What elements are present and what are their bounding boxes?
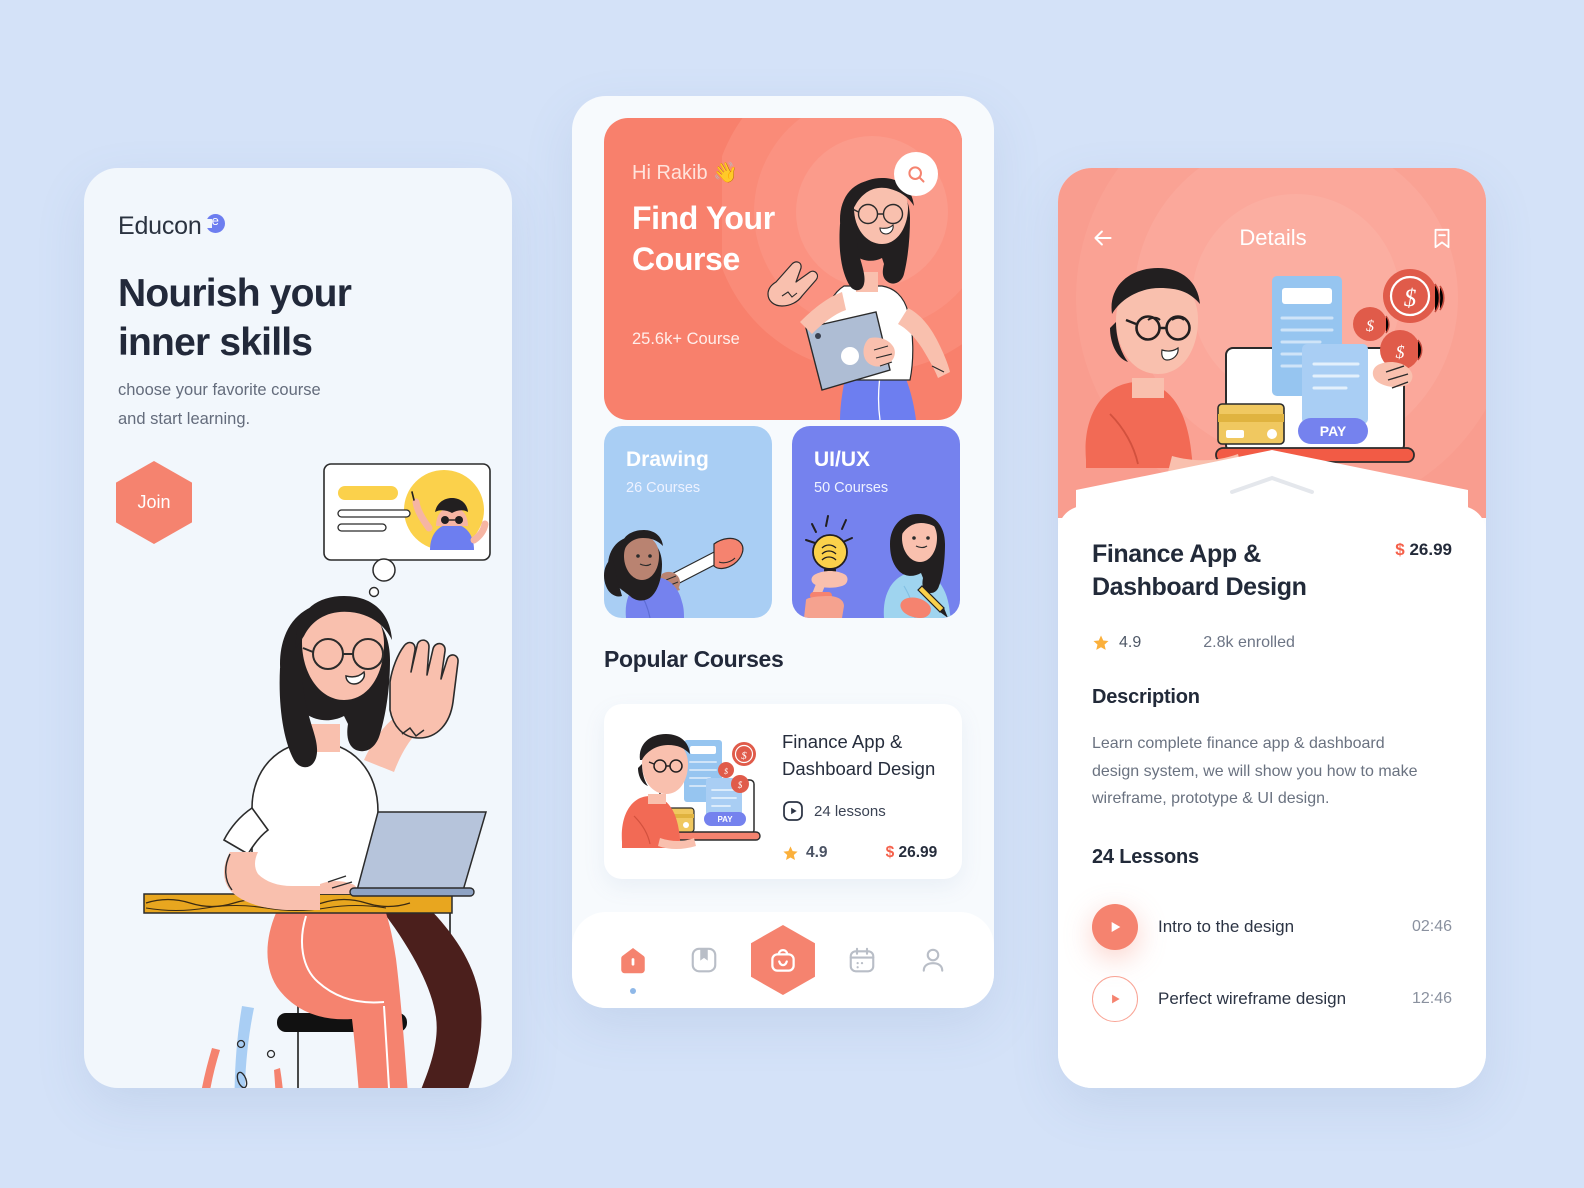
play-button[interactable] [1092,976,1138,1022]
tab-home[interactable] [610,937,656,994]
calendar-icon [850,947,875,973]
star-icon [1093,635,1109,650]
svg-text:$: $ [1366,318,1374,335]
svg-text:PAY: PAY [717,815,733,824]
category-course-count: 50 Courses [814,480,889,496]
course-price: $ 26.99 [886,844,938,862]
svg-text:PAY: PAY [1320,423,1347,439]
tab-calendar[interactable] [839,937,885,983]
waving-hand-icon: 👋 [713,162,739,184]
home-icon [621,948,645,974]
play-icon [1111,922,1121,932]
hero-card: Hi Rakib 👋 Find Your Course 25.6k+ Cours… [604,118,962,420]
play-icon [1112,994,1120,1004]
course-lessons-label: 24 lessons [814,802,886,820]
finance-payment-illustration: PAY $ $ $ [1076,268,1468,518]
description-text: Learn complete finance app & dashboard d… [1092,735,1418,808]
play-button[interactable] [1092,904,1138,950]
greeting-text: Hi Rakib [632,162,708,184]
tab-profile[interactable] [910,937,956,983]
svg-text:$: $ [741,750,747,762]
search-icon [907,165,925,183]
description-heading: Description [1092,686,1200,708]
details-sheet: Finance App & Dashboard Design $ 26.99 4… [1058,506,1486,1088]
category-title: Drawing [626,448,709,471]
category-card-uiux[interactable]: UI/UX 50 Courses [792,426,960,618]
course-title: Finance App & Dashboard Design [782,728,935,783]
woman-at-desk-with-laptop-illustration [143,463,491,1088]
phone-screen-details: PAY $ $ $ Details Finance App & Dashboar… [1058,168,1486,1088]
bookmark-icon [691,947,716,973]
lessons-heading: 24 Lessons [1092,846,1199,868]
popular-courses-heading: Popular Courses [604,646,784,672]
tab-bookmark[interactable] [681,937,727,983]
finance-app-illustration: PAY $ $ $ [621,734,761,849]
course-rating-value: 4.9 [1119,634,1142,651]
svg-text:$: $ [1396,342,1405,362]
phone-screen-onboarding: Educon Nourish your inner skills choose … [84,168,512,1088]
play-square-icon [783,801,803,821]
tab-shopping-bag[interactable] [750,925,815,995]
svg-text:$: $ [724,767,728,776]
hero-title-line-2: Course [632,240,740,277]
course-rating: 4.9 [1092,634,1141,652]
details-hero: PAY $ $ $ Details [1058,168,1486,518]
active-tab-indicator [630,988,637,994]
greeting: Hi Rakib 👋 [632,160,738,185]
svg-text:$: $ [1404,285,1417,312]
course-title-line-1: Finance App & [782,731,903,752]
enrolled-count: 2.8k enrolled [1203,634,1295,651]
course-rating-value: 4.9 [806,844,828,861]
course-rating: 4.9 [782,844,828,862]
arrow-left-icon[interactable] [1090,225,1116,251]
woman-pointing-tablet-illustration [767,178,950,420]
course-price-value: 26.99 [1409,540,1452,559]
course-meta: 4.9 $ 26.99 [782,844,937,862]
search-button[interactable] [894,152,938,196]
lesson-title: Perfect wireframe design [1158,989,1347,1008]
lesson-duration: 12:46 [1411,990,1452,1007]
page-title: Details [1239,225,1307,250]
painter-illustration [604,530,744,618]
lesson-title: Intro to the design [1158,917,1295,936]
course-title: Finance App & Dashboard Design [1092,538,1312,605]
currency-symbol: $ [1395,540,1405,559]
course-count: 25.6k+ Course [632,330,740,348]
course-card[interactable]: PAY $ $ $ Finance App & Dashboard Design… [604,704,962,879]
idea-bulb-illustration [804,514,951,618]
mockup-stage: Educon Nourish your inner skills choose … [0,0,1584,1188]
lesson-duration: 02:46 [1411,918,1452,935]
user-icon [922,948,944,972]
details-header-bar: Details [1058,218,1486,258]
course-lessons: 24 lessons [782,800,886,822]
bookmark-minus-icon[interactable] [1430,226,1454,250]
shopping-bag-icon [771,949,795,972]
currency-symbol: $ [885,844,895,861]
course-title-line-2: Dashboard Design [782,758,936,780]
bottom-navigation [572,912,994,1008]
lesson-row[interactable]: Intro to the design 02:46 [1092,902,1452,952]
course-title-line-1: Finance App & [1092,540,1261,568]
lesson-row[interactable]: Perfect wireframe design 12:46 [1092,974,1452,1024]
course-stats: 4.9 2.8k enrolled [1092,634,1295,652]
course-title-line-2: Dashboard Design [1092,573,1307,602]
course-price: $ 26.99 [1395,540,1452,560]
category-course-count: 26 Courses [626,480,701,496]
category-title: UI/UX [814,448,871,471]
category-card-drawing[interactable]: Drawing 26 Courses [604,426,772,618]
svg-text:$: $ [738,780,743,790]
star-icon [783,845,798,860]
hero-title-line-1: Find Your [632,200,775,236]
hero-title: Find Your Course [632,198,775,280]
phone-screen-home: Hi Rakib 👋 Find Your Course 25.6k+ Cours… [572,96,994,1008]
course-price-value: 26.99 [898,844,938,861]
